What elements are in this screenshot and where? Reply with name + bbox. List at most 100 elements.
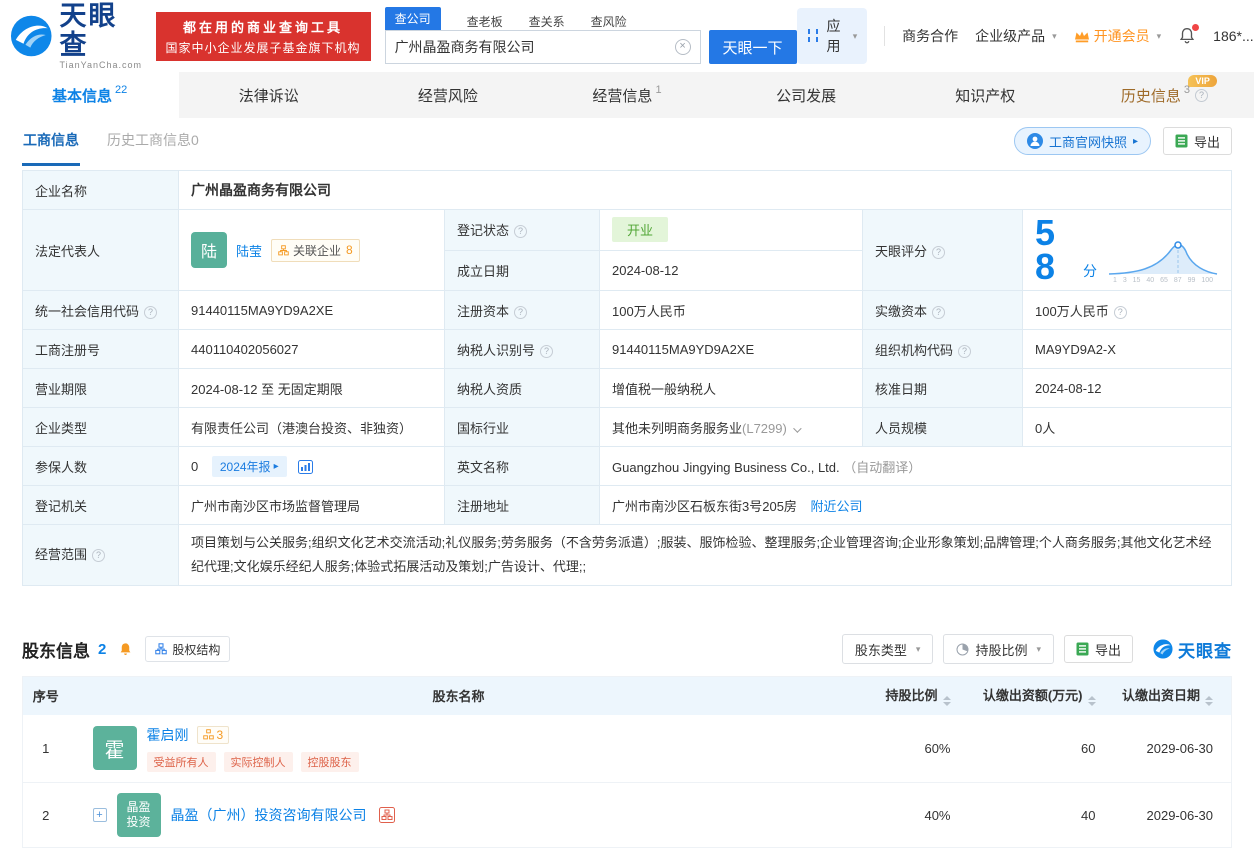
- row-authority: 登记机关 广州市南沙区市场监督管理局 注册地址 广州市南沙区石板东街3号205房…: [23, 486, 1232, 525]
- enterprise-products-menu[interactable]: 企业级产品 ▾: [975, 26, 1057, 46]
- help-question-icon[interactable]: ?: [932, 246, 945, 259]
- notifications-bell-icon[interactable]: [1178, 27, 1196, 45]
- enterprise-products-label: 企业级产品: [975, 26, 1045, 46]
- tab-operating-info-label: 经营信息: [592, 85, 652, 106]
- export-sheet-icon: [1175, 134, 1188, 148]
- equity-penetration-icon[interactable]: [379, 807, 395, 823]
- help-question-icon[interactable]: ?: [932, 306, 945, 319]
- help-question-icon[interactable]: ?: [514, 225, 527, 238]
- shareholders-export-button[interactable]: 导出: [1064, 635, 1133, 663]
- shareholder-amount: 40: [969, 783, 1114, 848]
- holding-ratio-filter[interactable]: 持股比例 ▾: [943, 634, 1054, 664]
- search-tab-risk[interactable]: 查风险: [591, 13, 627, 30]
- nearby-companies-link[interactable]: 附近公司: [811, 499, 863, 514]
- help-question-icon[interactable]: ?: [144, 306, 157, 319]
- clear-search-icon[interactable]: ×: [675, 39, 691, 55]
- account-menu[interactable]: 186*... ▾: [1213, 28, 1254, 44]
- label-tax-quality: 纳税人资质: [445, 369, 600, 408]
- score-axis-labels: 1 3 15 40 65 87 99 100: [1107, 277, 1219, 284]
- help-question-icon[interactable]: ?: [514, 306, 527, 319]
- biz-cooperation-link[interactable]: 商务合作: [902, 26, 958, 46]
- subtab-business-info[interactable]: 工商信息: [22, 117, 80, 166]
- tab-basic-info[interactable]: 基本信息22: [0, 72, 179, 118]
- industry-code: (L7299): [742, 421, 787, 436]
- shareholder-type-filter[interactable]: 股东类型 ▾: [842, 634, 934, 664]
- graph-count-badge[interactable]: 3: [197, 726, 230, 744]
- org-structure-icon: [203, 729, 214, 740]
- vip-upgrade-menu[interactable]: 开通会员 ▾: [1074, 26, 1162, 46]
- equity-structure-button[interactable]: 股权结构: [145, 636, 230, 662]
- row-credit-code: 统一社会信用代码? 91440115MA9YD9A2XE 注册资本? 100万人…: [23, 291, 1232, 330]
- shareholders-table-header: 序号 股东名称 持股比例 认缴出资额(万元) 认缴出资日期: [23, 677, 1232, 715]
- search-input[interactable]: [395, 39, 675, 55]
- col-date[interactable]: 认缴出资日期: [1114, 677, 1232, 715]
- legal-rep-link[interactable]: 陆莹: [236, 241, 262, 260]
- shareholder-link[interactable]: 晶盈（广州）投资咨询有限公司: [171, 805, 367, 825]
- help-question-icon[interactable]: ?: [1195, 89, 1208, 102]
- related-companies-chip[interactable]: 关联企业 8: [271, 239, 360, 262]
- search-button[interactable]: 天眼一下: [709, 30, 797, 64]
- tianyancha-watermark-icon: [1153, 639, 1173, 659]
- shareholder-avatar[interactable]: 霍: [93, 726, 137, 770]
- label-authority: 登记机关: [23, 486, 179, 525]
- subtab-history-business-info[interactable]: 历史工商信息0: [106, 117, 200, 166]
- score-chart[interactable]: 1 3 15 40 65 87 99 100: [1107, 236, 1219, 284]
- col-amount[interactable]: 认缴出资额(万元): [969, 677, 1114, 715]
- tab-operating-risk[interactable]: 经营风险: [358, 72, 537, 118]
- label-scope: 经营范围?: [23, 525, 179, 586]
- tianyancha-logo[interactable]: 天眼查 TianYanCha.com: [10, 2, 144, 70]
- chevron-down-icon[interactable]: [793, 424, 801, 432]
- score-unit: 分: [1083, 261, 1097, 281]
- search-tab-boss[interactable]: 查老板: [467, 13, 503, 30]
- sort-icon: [1088, 696, 1096, 706]
- row-legal-rep: 法定代表人 陆 陆莹 关联企业 8: [23, 210, 1232, 251]
- shareholders-alert-bell-icon[interactable]: [118, 642, 133, 657]
- related-companies-icon: [278, 245, 289, 256]
- value-insured: 0 2024年报▸: [179, 447, 445, 486]
- tab-company-development[interactable]: 公司发展: [717, 72, 896, 118]
- apps-menu-label: 应用: [826, 16, 842, 56]
- search-tab-company[interactable]: 查公司: [385, 7, 441, 30]
- export-button[interactable]: 导出: [1163, 127, 1232, 155]
- help-question-icon[interactable]: ?: [958, 345, 971, 358]
- value-org-code: MA9YD9A2-X: [1023, 330, 1232, 369]
- label-address: 注册地址: [445, 486, 600, 525]
- label-legal-rep: 法定代表人: [23, 210, 179, 291]
- label-tyc-score: 天眼评分?: [863, 210, 1023, 291]
- label-company-type: 企业类型: [23, 408, 179, 447]
- value-company-type: 有限责任公司（港澳台投资、非独资）: [179, 408, 445, 447]
- official-snapshot-button[interactable]: 工商官网快照 ▸: [1014, 127, 1151, 155]
- apps-menu[interactable]: 应用 ▾: [797, 8, 868, 64]
- official-snapshot-label: 工商官网快照: [1049, 132, 1127, 151]
- help-question-icon[interactable]: ?: [540, 345, 553, 358]
- col-ratio[interactable]: 持股比例: [849, 677, 969, 715]
- tab-basic-info-count: 22: [115, 84, 127, 96]
- value-approve-date: 2024-08-12: [1023, 369, 1232, 408]
- row-insured: 参保人数 0 2024年报▸ 英文名称 Guangzhou Jingying B…: [23, 447, 1232, 486]
- tab-legal-proceedings[interactable]: 法律诉讼: [179, 72, 358, 118]
- main-nav: 基本信息22 法律诉讼 经营风险 经营信息1 公司发展 知识产权 VIP 历史信…: [0, 72, 1254, 118]
- shareholder-name-cell: 霍 霍启刚: [69, 715, 849, 783]
- shareholder-tags: 受益所有人 实际控制人 控股股东: [147, 752, 359, 772]
- legal-rep-avatar[interactable]: 陆: [191, 232, 227, 268]
- search-tab-relation[interactable]: 查关系: [529, 13, 565, 30]
- label-english-name: 英文名称: [445, 447, 600, 486]
- tab-history-info[interactable]: VIP 历史信息3 ?: [1075, 72, 1254, 118]
- shareholder-date: 2029-06-30: [1114, 783, 1232, 848]
- help-question-icon[interactable]: ?: [92, 549, 105, 562]
- label-reg-status: 登记状态?: [445, 210, 600, 251]
- promo-banner-line2: 国家中小企业发展子基金旗下机构: [166, 39, 361, 56]
- value-address: 广州市南沙区石板东街3号205房 附近公司: [600, 486, 1232, 525]
- expand-row-button[interactable]: +: [93, 808, 107, 822]
- value-tax-id: 91440115MA9YD9A2XE: [600, 330, 863, 369]
- tab-operating-info-count: 1: [655, 84, 661, 96]
- tab-intellectual-property[interactable]: 知识产权: [896, 72, 1075, 118]
- tab-operating-info[interactable]: 经营信息1: [537, 72, 716, 118]
- shareholder-link[interactable]: 霍启刚: [147, 725, 189, 745]
- shareholder-avatar[interactable]: 晶盈 投资: [117, 793, 161, 837]
- annual-report-chip[interactable]: 2024年报▸: [212, 456, 287, 477]
- insured-trend-icon[interactable]: [298, 460, 313, 474]
- help-question-icon[interactable]: ?: [1114, 306, 1127, 319]
- label-company-name: 企业名称: [23, 171, 179, 210]
- shareholder-ratio: 40%: [849, 783, 969, 848]
